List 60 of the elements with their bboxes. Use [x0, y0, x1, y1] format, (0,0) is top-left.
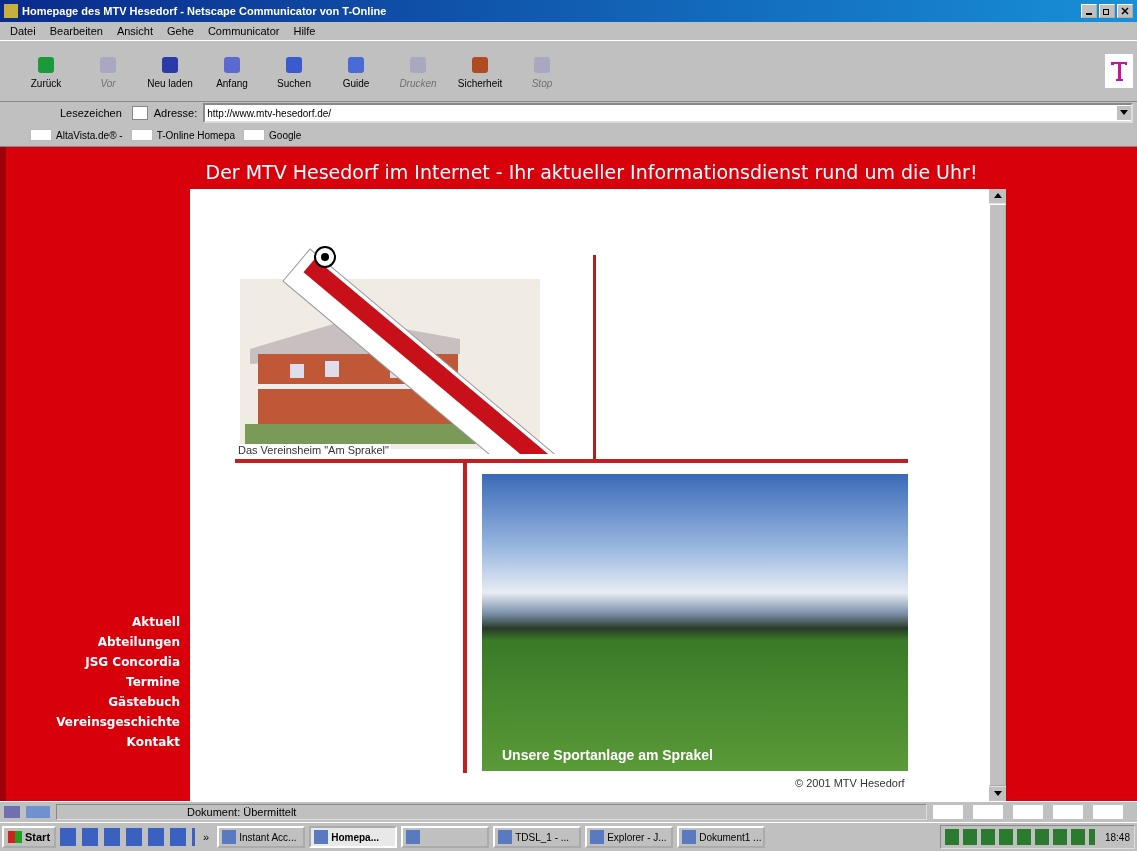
dropdown-button[interactable]	[1117, 106, 1131, 120]
window-icon	[406, 830, 421, 844]
toolbar-button[interactable]: Anfang	[204, 53, 260, 89]
dropdown-arrow-icon	[1120, 110, 1128, 116]
status-text: Dokument: Übermittelt	[56, 804, 927, 820]
start-button[interactable]: Start	[2, 826, 57, 848]
bookmark-link[interactable]: Google	[243, 129, 302, 141]
nav-link[interactable]: Termine	[126, 675, 180, 689]
toolbar-button[interactable]: Neu laden	[142, 53, 198, 89]
menu-item[interactable]: Gehe	[167, 25, 194, 37]
photo-caption: Unsere Sportanlage am Sprakel	[501, 747, 713, 765]
toolbar-button[interactable]: Suchen	[266, 53, 322, 89]
more-button[interactable]: »	[199, 831, 214, 843]
taskbar-button[interactable]: Dokument1 ...	[677, 826, 766, 848]
menu-item[interactable]: Communicator	[207, 25, 280, 37]
address-label: Adresse:	[153, 107, 198, 119]
taskbar-button[interactable]: Instant Acc...	[217, 826, 306, 848]
taskbar-button[interactable]: Explorer - J...	[585, 826, 674, 848]
window-icon	[590, 830, 605, 844]
menu-item[interactable]: Hilfe	[293, 25, 316, 37]
nav-link[interactable]: Gästebuch	[108, 695, 180, 709]
page-icon	[131, 106, 148, 120]
nav-link[interactable]: Kontakt	[126, 735, 180, 749]
taskbar-button[interactable]: Homepa...	[309, 826, 398, 848]
close-icon	[1121, 7, 1129, 15]
menu-item[interactable]: Datei	[10, 25, 36, 37]
scroll-down-icon	[993, 791, 1002, 797]
toolbar-button[interactable]: Guide	[328, 53, 384, 89]
window-icon	[222, 830, 237, 844]
address-field[interactable]: http://www.mtv-hesedorf.de/	[203, 103, 1133, 123]
tray-icons[interactable]	[944, 829, 1095, 845]
copyright-text: © 2001 MTV Hesedorf	[795, 777, 905, 789]
clock: 18:48	[1104, 831, 1130, 843]
taskbar-button[interactable]: TDSL_1 - ...	[493, 826, 582, 848]
window-icon	[498, 830, 513, 844]
toolbar-button[interactable]: Zurück	[18, 53, 74, 89]
restore-icon	[1103, 7, 1111, 15]
bookmark-link[interactable]: T-Online Homepa	[130, 129, 236, 141]
nav-link[interactable]: Aktuell	[132, 615, 180, 629]
menu-item[interactable]: Ansicht	[116, 25, 153, 37]
image-caption: Das Vereinsheim "Am Sprakel"	[236, 444, 391, 456]
menu-item[interactable]: Bearbeiten	[49, 25, 103, 37]
bookmark-link[interactable]: AltaVista.de® -	[30, 129, 123, 141]
scroll-up-icon	[993, 193, 1002, 199]
quick-launch-icons[interactable]	[60, 828, 196, 846]
toolbar-button[interactable]: Sicherheit	[452, 53, 508, 89]
window-title: Homepage des MTV Hesedorf - Netscape Communicator von T-Online	[22, 5, 388, 17]
page-headline: Der MTV Hesedorf im Internet - Ihr aktueller Informationsdienst rund um die Uhr!	[204, 160, 979, 185]
nav-link[interactable]: JSG Concordia	[85, 655, 180, 669]
window-icon	[682, 830, 697, 844]
nav-link[interactable]: Abteilungen	[97, 635, 180, 649]
window-icon	[314, 830, 329, 844]
scrollbar[interactable]	[989, 189, 1006, 801]
close-button[interactable]	[1117, 4, 1133, 18]
restore-button[interactable]	[1099, 4, 1115, 18]
app-icon	[4, 4, 18, 18]
taskbar-button[interactable]	[401, 826, 490, 848]
nav-link[interactable]: Vereinsgeschichte	[56, 715, 180, 729]
minimize-button[interactable]	[1081, 4, 1097, 18]
t-logo-icon[interactable]	[1105, 54, 1133, 88]
